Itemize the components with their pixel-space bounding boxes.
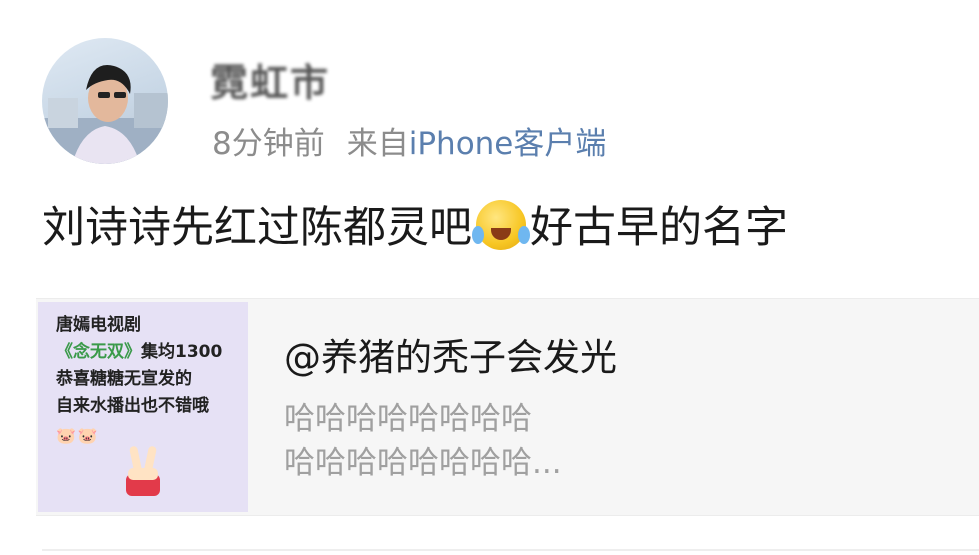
post-text-part2: 好古早的名字	[530, 203, 788, 253]
post-text: 刘诗诗先红过陈都灵吧 好古早的名字	[42, 198, 788, 258]
card-desc-line2: 哈哈哈哈哈哈哈哈...	[284, 445, 562, 481]
thumb-line4: 自来水播出也不错哦	[56, 396, 209, 416]
avatar[interactable]	[42, 38, 168, 164]
laughing-crying-emoji-icon	[472, 200, 530, 250]
card-description: 哈哈哈哈哈哈哈哈 哈哈哈哈哈哈哈哈...	[284, 397, 562, 485]
thumb-line3: 恭喜糖糖无宣发的	[56, 369, 192, 389]
victory-hand-icon	[126, 446, 160, 496]
thumb-line1: 唐嫣电视剧	[56, 315, 141, 335]
post-text-part1: 刘诗诗先红过陈都灵吧	[42, 203, 472, 253]
username[interactable]: 霓虹市	[210, 52, 330, 107]
avatar-image	[42, 65, 168, 164]
card-desc-line1: 哈哈哈哈哈哈哈哈	[284, 401, 532, 437]
post-time: 8分钟前	[212, 126, 325, 162]
repost-card[interactable]: 唐嫣电视剧 《念无双》集均1300 恭喜糖糖无宣发的 自来水播出也不错哦 🐷🐷 …	[36, 298, 979, 516]
post-meta: 8分钟前 来自iPhone客户端	[212, 118, 606, 163]
divider	[42, 549, 979, 551]
card-title[interactable]: @养猪的秃子会发光	[284, 327, 617, 381]
thumb-line2: 《念无双》集均1300	[56, 339, 248, 366]
source-prefix: 来自	[346, 126, 409, 162]
thumb-line2-rest: 集均1300	[141, 342, 223, 362]
source-link[interactable]: iPhone客户端	[409, 126, 607, 162]
card-thumbnail: 唐嫣电视剧 《念无双》集均1300 恭喜糖糖无宣发的 自来水播出也不错哦 🐷🐷	[38, 302, 248, 512]
thumb-line2-highlight: 《念无双》	[56, 342, 141, 362]
